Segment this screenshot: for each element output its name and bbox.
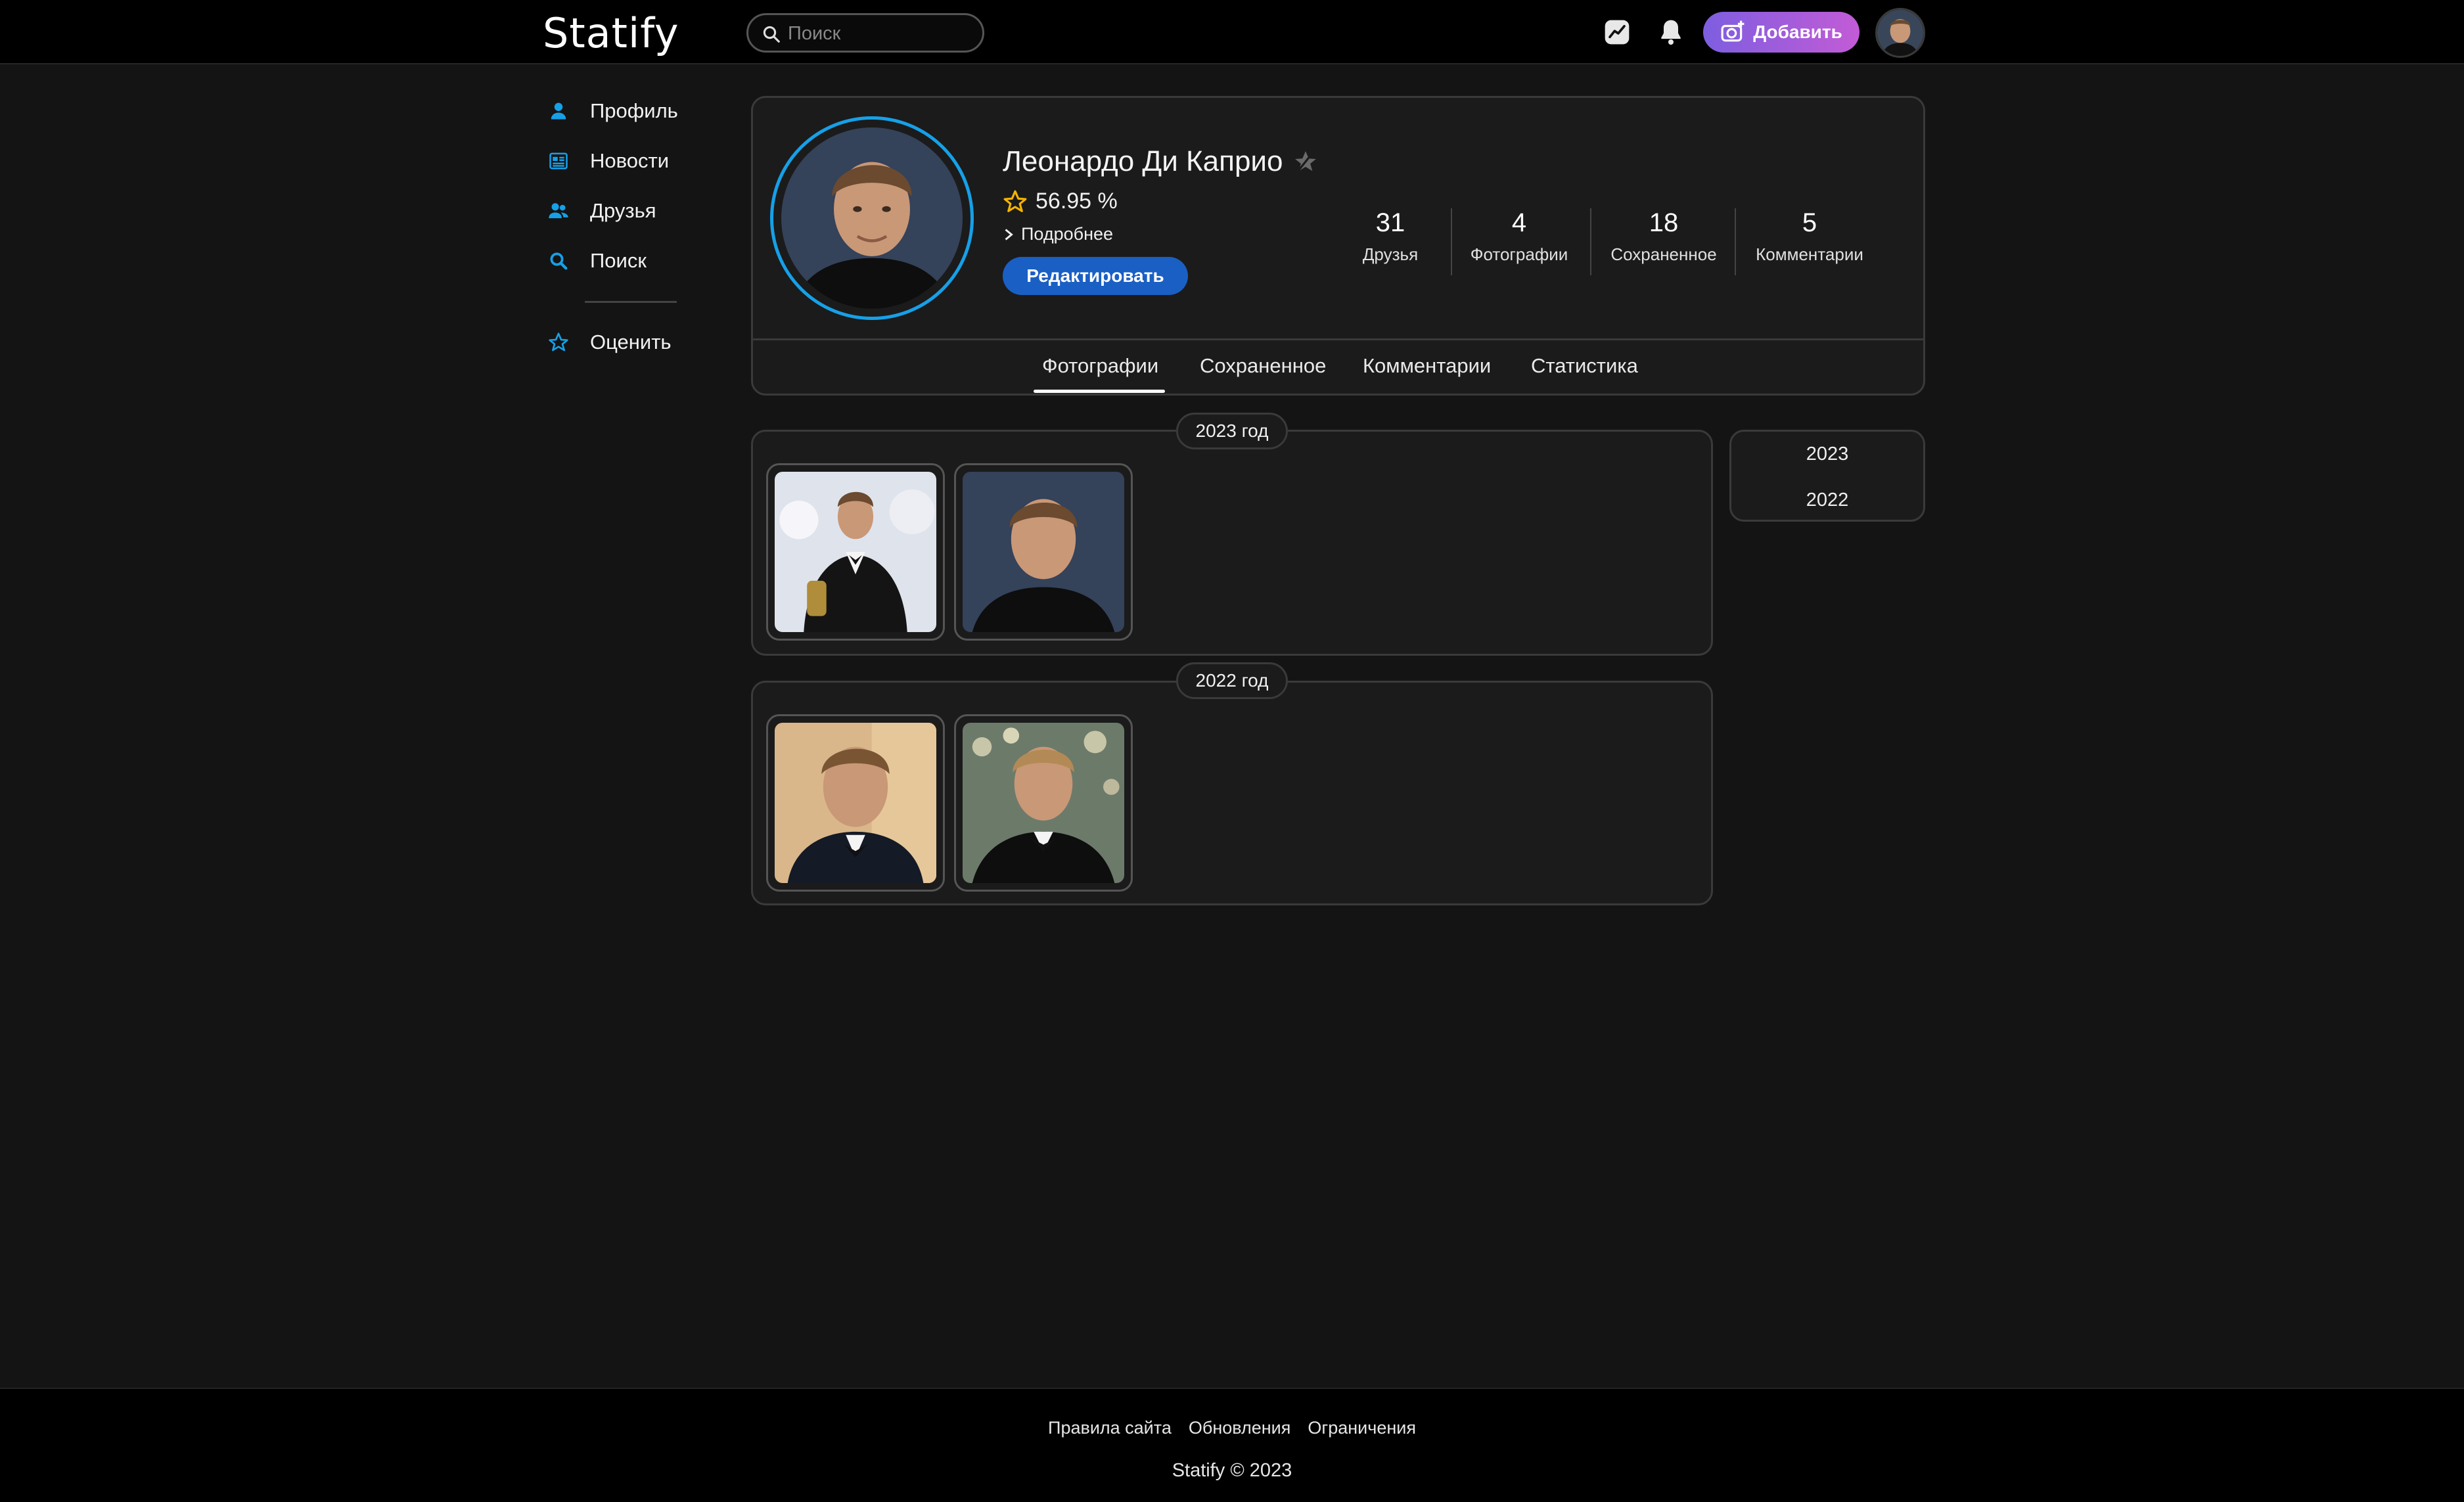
footer-link-updates[interactable]: Обновления (1189, 1418, 1291, 1438)
tab-statistics[interactable]: Статистика (1531, 354, 1638, 378)
chevron-right-icon (1005, 228, 1013, 240)
stat-divider (1590, 208, 1591, 275)
more-link-label: Подробнее (1021, 224, 1114, 244)
tab-saved[interactable]: Сохраненное (1200, 354, 1326, 378)
sidebar-item-label: Друзья (590, 199, 656, 222)
add-button-label: Добавить (1753, 22, 1842, 42)
stat-photos[interactable]: 4 Фотографии (1467, 208, 1572, 265)
stat-label: Комментарии (1756, 244, 1863, 264)
bell-icon[interactable] (1654, 16, 1687, 49)
active-tab-indicator (1034, 390, 1165, 393)
stat-number: 4 (1511, 208, 1527, 237)
year-navigation: 2023 2022 (1729, 430, 1925, 522)
profile-name-row: Леонардо Ди Каприо (1003, 145, 1318, 178)
news-icon (547, 149, 570, 173)
photo-thumbnail[interactable] (766, 463, 945, 641)
search-icon (763, 26, 780, 43)
year-label-2022: 2022 год (1176, 662, 1288, 699)
tab-comments[interactable]: Комментарии (1363, 354, 1491, 378)
stat-divider (1451, 208, 1452, 275)
year-nav-item-2023[interactable]: 2023 (1731, 444, 1923, 465)
photo-thumbnail[interactable] (766, 714, 945, 892)
logo[interactable]: Statify (543, 9, 679, 57)
sidebar-item-rate[interactable]: Оценить (547, 326, 672, 359)
stat-saved[interactable]: 18 Сохраненное (1606, 208, 1722, 265)
tabs-divider (753, 338, 1923, 340)
sidebar-item-label: Новости (590, 149, 670, 172)
sidebar-item-friends[interactable]: Друзья (547, 194, 656, 227)
footer-link-restrictions[interactable]: Ограничения (1308, 1418, 1416, 1438)
stat-number: 31 (1375, 208, 1405, 237)
stat-label: Фотографии (1470, 244, 1568, 264)
stat-label: Друзья (1362, 244, 1419, 264)
user-icon (547, 99, 570, 123)
star-outline-icon (547, 330, 570, 354)
sidebar-item-label: Поиск (590, 249, 647, 272)
tab-photos[interactable]: Фотографии (1042, 354, 1158, 378)
profile-name: Леонардо Ди Каприо (1003, 145, 1283, 177)
year-label-2023: 2023 год (1176, 413, 1288, 449)
camera-add-icon (1721, 20, 1745, 42)
stat-friends[interactable]: 31 Друзья (1357, 208, 1423, 265)
edit-profile-button[interactable]: Редактировать (1003, 257, 1188, 295)
stats-icon[interactable] (1601, 16, 1633, 49)
stat-comments[interactable]: 5 Комментарии (1750, 208, 1869, 265)
favorite-star-icon[interactable] (1293, 149, 1318, 174)
search-input[interactable] (788, 20, 972, 47)
rating-star-icon (1003, 190, 1027, 212)
sidebar-item-label: Оценить (590, 330, 672, 353)
profile-avatar[interactable] (770, 116, 974, 320)
add-button[interactable]: Добавить (1703, 12, 1859, 53)
footer: Правила сайта Обновления Ограничения Sta… (0, 1388, 2464, 1502)
photo-section-2022 (751, 681, 1713, 905)
footer-link-rules[interactable]: Правила сайта (1048, 1418, 1172, 1438)
photo-section-2023 (751, 430, 1713, 656)
footer-copyright: Statify © 2023 (1172, 1460, 1292, 1481)
sidebar-divider (585, 301, 677, 303)
search-box[interactable] (746, 13, 984, 53)
profile-rating: 56.95 % (1003, 189, 1118, 214)
stat-number: 18 (1649, 208, 1679, 237)
friends-icon (547, 199, 570, 223)
search-icon (547, 249, 570, 273)
year-nav-item-2022[interactable]: 2022 (1731, 489, 1923, 511)
stat-divider (1735, 208, 1736, 275)
more-link[interactable]: Подробнее (1003, 224, 1113, 244)
photo-thumbnail[interactable] (954, 463, 1133, 641)
profile-card: Леонардо Ди Каприо 56.95 % Подробнее Ред… (751, 96, 1925, 396)
user-avatar[interactable] (1875, 8, 1925, 58)
rating-value: 56.95 % (1036, 189, 1118, 214)
sidebar-item-search[interactable]: Поиск (547, 244, 647, 277)
stat-label: Сохраненное (1610, 244, 1717, 264)
sidebar-item-profile[interactable]: Профиль (547, 95, 678, 127)
photo-thumbnail[interactable] (954, 714, 1133, 892)
sidebar-item-news[interactable]: Новости (547, 145, 669, 177)
sidebar-item-label: Профиль (590, 99, 678, 122)
footer-links: Правила сайта Обновления Ограничения (0, 1418, 2464, 1438)
top-bar: Statify Добавить (0, 0, 2464, 64)
stat-number: 5 (1802, 208, 1817, 237)
